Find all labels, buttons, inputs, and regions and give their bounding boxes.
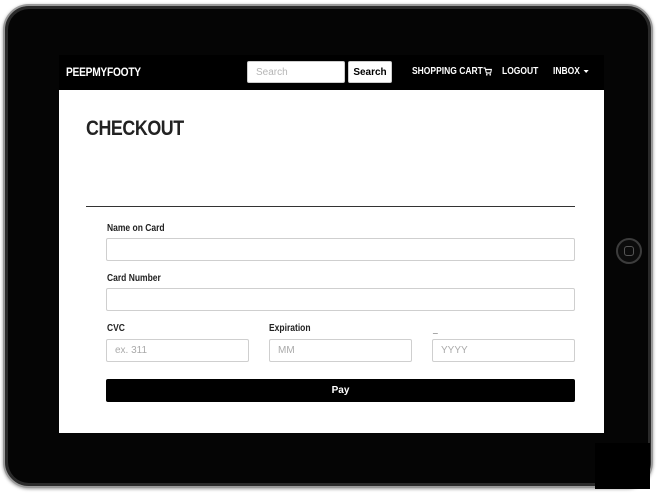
search-button[interactable]: Search (348, 61, 392, 83)
pay-button[interactable]: Pay (106, 379, 575, 402)
navbar: PEEPMYFOOTY Search SHOPPING CART LOGOUT … (59, 55, 604, 90)
cvc-input[interactable] (106, 339, 249, 362)
logout-link[interactable]: LOGOUT (502, 66, 538, 77)
inbox-dropdown[interactable]: INBOX (553, 66, 589, 77)
name-on-card-input[interactable] (106, 238, 575, 261)
app-screen: PEEPMYFOOTY Search SHOPPING CART LOGOUT … (59, 55, 604, 433)
home-button-icon (616, 238, 642, 264)
expiration-month-input[interactable] (269, 339, 412, 362)
card-number-input[interactable] (106, 288, 575, 311)
cvc-label: CVC (107, 323, 125, 334)
frame-corner (595, 443, 650, 489)
shopping-cart-link[interactable]: SHOPPING CART (412, 66, 493, 77)
caret-down-icon (583, 69, 589, 73)
search-input[interactable] (247, 61, 345, 83)
expiration-year-input[interactable] (432, 339, 575, 362)
shopping-cart-label: SHOPPING CART (412, 66, 483, 77)
brand-logo[interactable]: PEEPMYFOOTY (66, 65, 141, 79)
expiration-year-label: _ (433, 324, 438, 335)
divider (86, 206, 575, 207)
expiration-label: Expiration (269, 323, 311, 334)
page-title: CHECKOUT (86, 117, 184, 140)
shopping-cart-icon (483, 67, 493, 76)
card-number-label: Card Number (107, 273, 161, 284)
inbox-label: INBOX (553, 66, 580, 77)
name-on-card-label: Name on Card (107, 223, 165, 234)
